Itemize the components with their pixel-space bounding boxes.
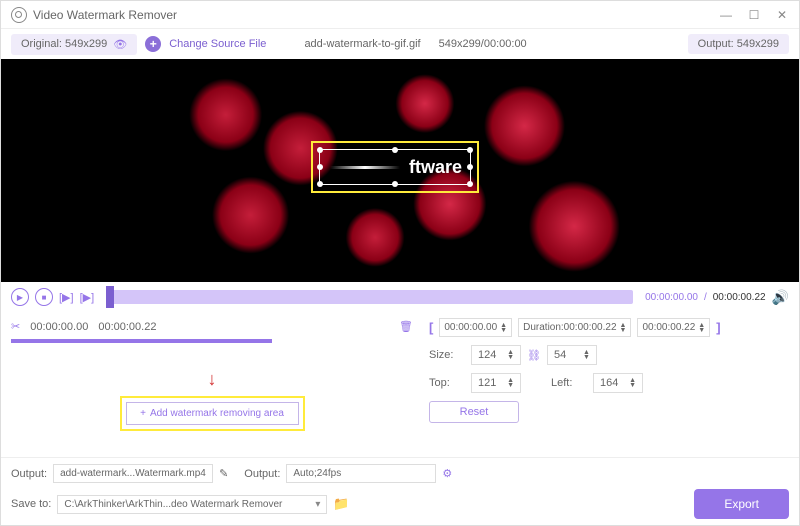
spinner-icon[interactable]: ▲▼ xyxy=(507,378,514,388)
spinner-icon[interactable]: ▲▼ xyxy=(620,323,627,333)
prev-frame-button[interactable]: [▶] xyxy=(59,291,74,304)
segment-end: 00:00:00.22 xyxy=(98,321,156,333)
output-format-label: Output: xyxy=(244,468,280,480)
scissors-icon: ✂ xyxy=(11,320,20,333)
timeline-scrubber[interactable] xyxy=(106,290,633,304)
maximize-button[interactable]: ☐ xyxy=(747,8,761,22)
width-input[interactable]: 124▲▼ xyxy=(471,345,521,365)
watermark-text: ftware xyxy=(409,157,462,178)
bracket-open-icon: [ xyxy=(429,320,433,335)
timecode-total: 00:00:00.22 xyxy=(713,292,766,303)
spinner-icon[interactable]: ▲▼ xyxy=(629,378,636,388)
open-folder-icon[interactable]: 📁 xyxy=(333,496,349,512)
titlebar: Video Watermark Remover — ☐ ✕ xyxy=(1,1,799,29)
export-button[interactable]: Export xyxy=(694,489,789,519)
original-size-chip: Original: 549x299 👁 xyxy=(11,34,137,55)
minimize-button[interactable]: — xyxy=(719,8,733,22)
video-preview[interactable]: ftware xyxy=(1,59,799,282)
output-size-chip: Output: 549x299 xyxy=(688,34,789,54)
timecode-current: 00:00:00.00 xyxy=(645,292,698,303)
resize-handle-icon[interactable] xyxy=(317,164,323,170)
app-window: Video Watermark Remover — ☐ ✕ Original: … xyxy=(0,0,800,526)
next-frame-button[interactable]: [▶] xyxy=(80,291,95,304)
change-source-button[interactable]: Change Source File xyxy=(169,38,266,50)
save-to-label: Save to: xyxy=(11,498,51,510)
spinner-icon[interactable]: ▲▼ xyxy=(583,350,590,360)
hint-arrow-icon: ↓ xyxy=(11,369,413,390)
duration-end-input[interactable]: 00:00:00.22▲▼ xyxy=(637,318,710,337)
source-filename: add-watermark-to-gif.gif xyxy=(304,38,420,50)
delete-segment-button[interactable]: 🗑 xyxy=(399,320,413,333)
top-label: Top: xyxy=(429,377,465,389)
info-bar: Original: 549x299 👁 + Change Source File… xyxy=(1,29,799,59)
segment-start: 00:00:00.00 xyxy=(30,321,88,333)
segment-bar[interactable] xyxy=(11,339,272,343)
add-area-label: Add watermark removing area xyxy=(150,408,284,419)
resize-handle-icon[interactable] xyxy=(392,147,398,153)
resize-handle-icon[interactable] xyxy=(392,181,398,187)
resize-handle-icon[interactable] xyxy=(467,181,473,187)
close-button[interactable]: ✕ xyxy=(775,8,789,22)
duration-start-input[interactable]: 00:00:00.00▲▼ xyxy=(439,318,512,337)
play-button[interactable]: ▶ xyxy=(11,288,29,306)
watermark-selection-box[interactable]: ftware xyxy=(319,149,471,185)
app-title: Video Watermark Remover xyxy=(33,8,719,22)
link-aspect-icon[interactable]: ⛓ xyxy=(527,349,541,362)
edit-filename-icon[interactable]: ✎ xyxy=(219,467,228,480)
playback-controls: ▶ ■ [▶] [▶] 00:00:00.00/00:00:00.22 🔊 xyxy=(1,282,799,312)
original-size-label: Original: 549x299 xyxy=(21,38,107,50)
add-icon[interactable]: + xyxy=(145,36,161,52)
spinner-icon[interactable]: ▲▼ xyxy=(698,323,705,333)
left-input[interactable]: 164▲▼ xyxy=(593,373,643,393)
segments-panel: ✂ 00:00:00.00 00:00:00.22 🗑 ↓ + Add wate… xyxy=(11,318,413,451)
resize-handle-icon[interactable] xyxy=(317,147,323,153)
volume-icon[interactable]: 🔊 xyxy=(772,289,789,306)
save-path-dropdown[interactable]: C:\ArkThinker\ArkThin...deo Watermark Re… xyxy=(57,495,327,514)
height-input[interactable]: 54▲▼ xyxy=(547,345,597,365)
watermark-selection-highlight: ftware xyxy=(311,141,479,193)
output-filename-field[interactable]: add-watermark...Watermark.mp4 xyxy=(53,464,213,483)
add-watermark-area-button[interactable]: + Add watermark removing area xyxy=(126,402,299,425)
properties-panel: [ 00:00:00.00▲▼ Duration:00:00:00.22▲▼ 0… xyxy=(429,318,789,451)
bottom-bar: Output: add-watermark...Watermark.mp4 ✎ … xyxy=(1,457,799,525)
playhead-icon[interactable] xyxy=(106,286,114,308)
left-label: Left: xyxy=(551,377,587,389)
source-dims-time: 549x299/00:00:00 xyxy=(439,38,527,50)
spinner-icon[interactable]: ▲▼ xyxy=(500,323,507,333)
top-input[interactable]: 121▲▼ xyxy=(471,373,521,393)
reset-button[interactable]: Reset xyxy=(429,401,519,423)
output-label: Output: xyxy=(11,468,47,480)
resize-handle-icon[interactable] xyxy=(467,164,473,170)
visibility-icon[interactable]: 👁 xyxy=(113,38,127,51)
size-label: Size: xyxy=(429,349,465,361)
spinner-icon[interactable]: ▲▼ xyxy=(507,350,514,360)
app-logo-icon xyxy=(11,7,27,23)
duration-label-input[interactable]: Duration:00:00:00.22▲▼ xyxy=(518,318,631,337)
stop-button[interactable]: ■ xyxy=(35,288,53,306)
resize-handle-icon[interactable] xyxy=(467,147,473,153)
plus-icon: + xyxy=(140,408,146,419)
settings-icon[interactable]: ⚙ xyxy=(442,467,452,480)
bracket-close-icon: ] xyxy=(716,320,720,335)
output-format-field[interactable]: Auto;24fps xyxy=(286,464,436,483)
resize-handle-icon[interactable] xyxy=(317,181,323,187)
add-area-highlight: + Add watermark removing area xyxy=(120,396,305,431)
